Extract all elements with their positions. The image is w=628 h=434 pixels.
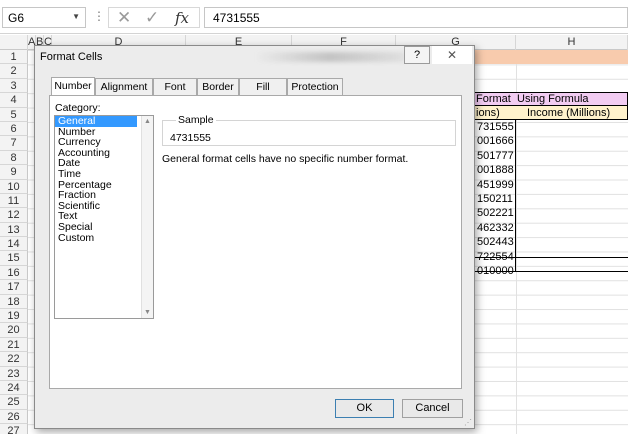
name-box[interactable]: G6 ▼: [2, 7, 86, 28]
close-button[interactable]: ✕: [432, 46, 472, 64]
row-header[interactable]: 24: [0, 380, 28, 396]
row-header[interactable]: 25: [0, 395, 28, 410]
row-header[interactable]: 11: [0, 193, 28, 209]
cell-g-value[interactable]: 722554: [477, 251, 514, 264]
category-list[interactable]: General Number Currency Accounting Date Time P…: [54, 115, 154, 319]
row-header[interactable]: 12: [0, 208, 28, 223]
check-icon[interactable]: ✓: [145, 8, 159, 28]
row-header[interactable]: 27: [0, 424, 28, 434]
ok-button[interactable]: OK: [335, 399, 394, 418]
tab-number[interactable]: Number: [51, 77, 95, 95]
blurred-title: [255, 52, 405, 62]
row-headers: 1 2 3 4 5 6 7 8 9 10 11 12 13 14 15 16 17 18 19 20 21 22 23 24 2…: [0, 50, 28, 434]
row-header[interactable]: 1: [0, 50, 28, 65]
formula-input[interactable]: 4731555: [204, 7, 628, 28]
row-header[interactable]: 6: [0, 121, 28, 137]
cell-g5[interactable]: ions): [476, 107, 500, 120]
category-item-time[interactable]: Time: [55, 169, 153, 180]
help-button[interactable]: ?: [404, 46, 430, 64]
column-header-h[interactable]: H: [516, 35, 628, 50]
cell-g-value[interactable]: 001666: [477, 135, 514, 148]
row-header[interactable]: 13: [0, 222, 28, 238]
row-header[interactable]: 10: [0, 179, 28, 194]
cell-g-value[interactable]: 001888: [477, 164, 514, 177]
row-header[interactable]: 26: [0, 409, 28, 425]
chevron-down-icon[interactable]: ▼: [72, 12, 80, 21]
row-header[interactable]: 16: [0, 265, 28, 281]
row-header[interactable]: 22: [0, 352, 28, 367]
category-item-custom[interactable]: Custom: [55, 232, 153, 244]
format-cells-dialog: Format Cells ? ✕ Number Alignment Font B…: [34, 45, 475, 429]
row-header[interactable]: 8: [0, 150, 28, 166]
cell-g-value[interactable]: 502443: [477, 236, 514, 249]
tab-protection[interactable]: Protection: [287, 78, 343, 95]
tab-font[interactable]: Font: [153, 78, 197, 95]
tab-border[interactable]: Border: [197, 78, 239, 95]
formula-bar: G6 ▼ ⋮ ✕ ✓ fx 4731555: [0, 0, 628, 34]
format-description: General format cells have no specific nu…: [162, 153, 409, 165]
row-header[interactable]: 5: [0, 107, 28, 122]
sample-value: 4731555: [170, 132, 211, 144]
cell-g-value[interactable]: 462332: [477, 222, 514, 235]
row-header[interactable]: 21: [0, 337, 28, 353]
scrollbar[interactable]: ▲ ▼: [141, 116, 153, 318]
number-tab-panel: Category: General Number Currency Accountin…: [49, 95, 462, 389]
cell-g-value[interactable]: 451999: [477, 179, 514, 192]
dialog-title: Format Cells: [40, 51, 103, 63]
row-header[interactable]: 9: [0, 165, 28, 180]
scroll-down-icon[interactable]: ▼: [144, 309, 151, 316]
select-all-corner[interactable]: [0, 35, 28, 50]
cell-g-value[interactable]: 731555: [477, 121, 514, 134]
category-label: Category:: [55, 102, 101, 114]
category-item-special[interactable]: Special: [55, 222, 153, 233]
row-header[interactable]: 23: [0, 366, 28, 381]
category-item-general[interactable]: General: [55, 116, 137, 127]
more-icon: ⋮: [93, 9, 105, 23]
scroll-up-icon[interactable]: ▲: [144, 118, 151, 125]
cell-h3[interactable]: Using Formula: [517, 93, 589, 106]
cell-g-value[interactable]: 150211: [477, 193, 513, 206]
row-header[interactable]: 15: [0, 251, 28, 266]
row-header[interactable]: 3: [0, 78, 28, 94]
tab-alignment[interactable]: Alignment: [95, 78, 153, 95]
cancel-icon[interactable]: ✕: [117, 8, 131, 28]
cell-g3[interactable]: Format: [476, 93, 511, 106]
sample-label: Sample: [176, 114, 216, 126]
row-header[interactable]: 17: [0, 280, 28, 295]
cell-g-value[interactable]: 010000: [477, 265, 514, 278]
name-box-value: G6: [8, 11, 25, 25]
row-header[interactable]: 2: [0, 64, 28, 79]
row-header[interactable]: 4: [0, 93, 28, 108]
row-header[interactable]: 19: [0, 309, 28, 324]
cell-h5[interactable]: Income (Millions): [527, 107, 610, 120]
row-header[interactable]: 18: [0, 294, 28, 310]
resize-grip-icon[interactable]: ⋰: [464, 418, 472, 427]
fx-icon[interactable]: fx: [175, 8, 189, 28]
highlight-row-1: [474, 50, 628, 64]
formula-buttons: ✕ ✓ fx: [108, 7, 200, 28]
cell-g-value[interactable]: 502221: [477, 207, 514, 220]
cancel-button[interactable]: Cancel: [402, 399, 463, 418]
tab-fill[interactable]: Fill: [239, 78, 287, 95]
cell-g-value[interactable]: 501777: [477, 150, 514, 163]
row-header[interactable]: 20: [0, 323, 28, 338]
row-header[interactable]: 14: [0, 237, 28, 252]
row-header[interactable]: 7: [0, 136, 28, 151]
